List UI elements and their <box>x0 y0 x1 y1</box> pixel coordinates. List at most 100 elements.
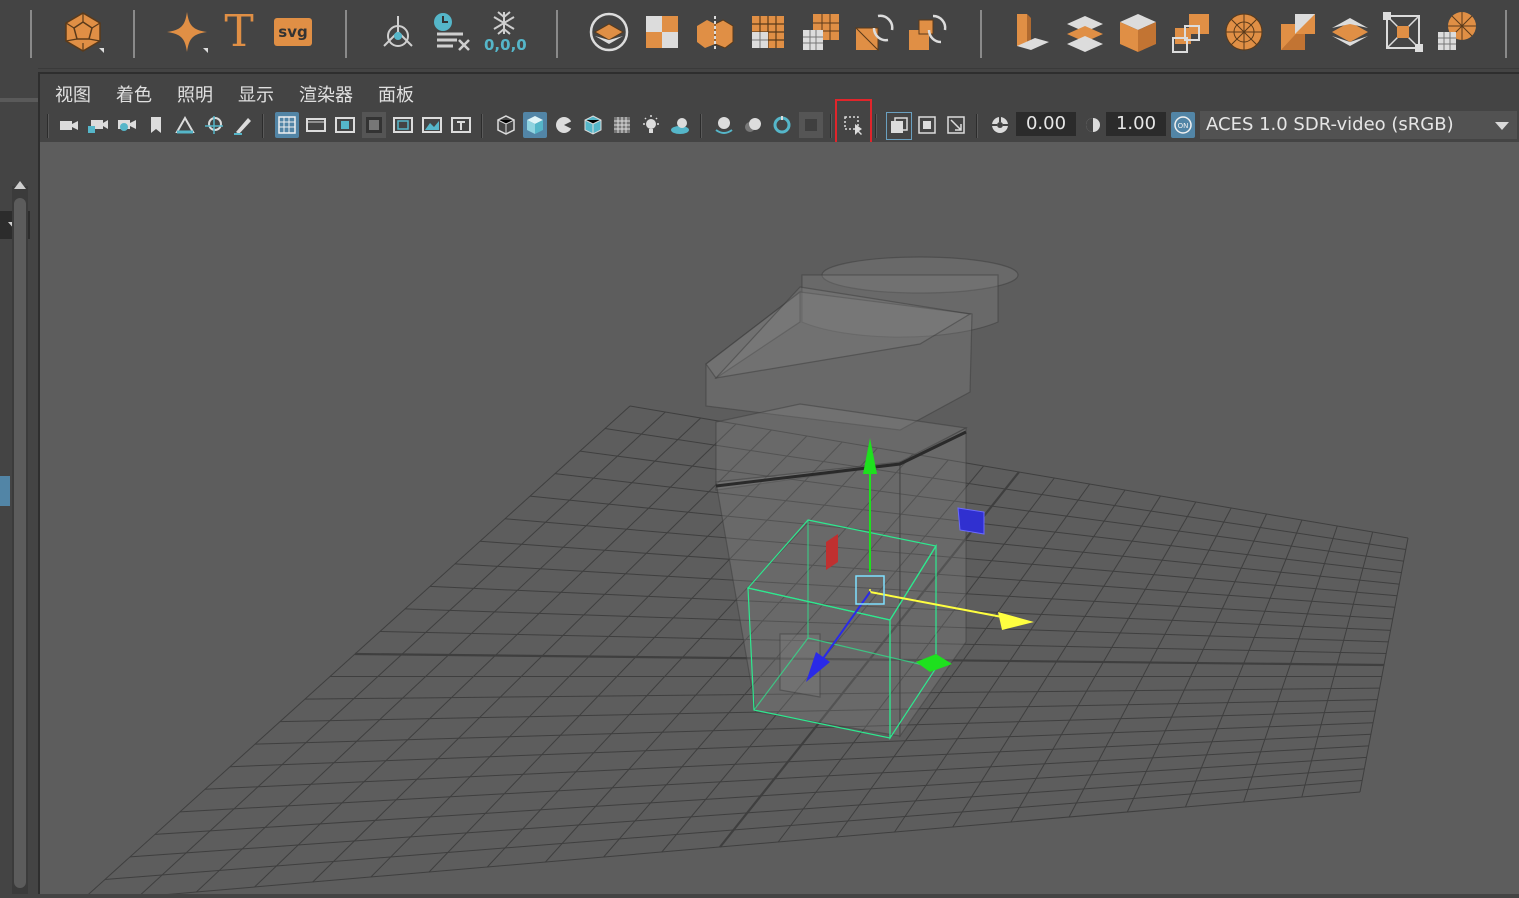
type-glyph: T <box>224 6 254 57</box>
resolution-gate-icon[interactable] <box>333 112 357 138</box>
shadows-icon[interactable] <box>668 112 692 138</box>
svg-text:ON: ON <box>1178 122 1189 130</box>
image-plane-icon[interactable] <box>173 112 197 138</box>
anti-aliasing-icon[interactable] <box>770 112 794 138</box>
time-editor-icon[interactable] <box>428 8 474 56</box>
toolbar-separator <box>830 114 832 138</box>
left-panel-divider <box>0 98 38 102</box>
menu-renderer[interactable]: 渲染器 <box>299 81 353 107</box>
menu-lighting[interactable]: 照明 <box>177 81 213 107</box>
toolbar-separator <box>481 114 483 138</box>
exposure-icon[interactable] <box>988 112 1012 138</box>
shelf: T svg 0,0,0 <box>0 0 1519 69</box>
gate-mask-icon[interactable] <box>362 112 386 138</box>
grid-line <box>120 791 1361 898</box>
shelf-tool-16-icon[interactable] <box>1433 8 1479 56</box>
shelf-tool-11-icon[interactable] <box>1168 8 1214 56</box>
shelf-separator <box>980 10 982 58</box>
shelf-separator <box>1505 10 1507 58</box>
scene-canvas <box>83 256 1409 898</box>
screen-space-ao-icon[interactable] <box>712 112 736 138</box>
grid-line <box>154 756 1367 835</box>
gamma-icon[interactable] <box>1081 112 1105 138</box>
left-selection-marker <box>0 476 10 506</box>
svg-icon[interactable]: svg <box>270 8 316 56</box>
sparkle-icon[interactable] <box>164 8 210 56</box>
use-all-lights-icon[interactable] <box>639 112 663 138</box>
menu-shading[interactable]: 着色 <box>116 81 152 107</box>
shelf-tool-1-icon[interactable] <box>586 8 632 56</box>
grid-line <box>229 722 1374 768</box>
camera-lock-icon[interactable] <box>86 112 110 138</box>
xray-joints-icon[interactable] <box>915 112 939 138</box>
shelf-tool-5-icon[interactable] <box>798 8 844 56</box>
grease-pencil-icon[interactable] <box>231 112 255 138</box>
shelf-tool-6-icon[interactable] <box>851 8 897 56</box>
freeze-transform-icon[interactable]: 0,0,0 <box>481 8 527 56</box>
toolbar-separator <box>976 114 978 138</box>
safe-action-icon[interactable] <box>420 112 444 138</box>
shelf-tool-13-icon[interactable] <box>1274 8 1320 56</box>
grid-line <box>129 768 1365 858</box>
2d-pan-zoom-icon[interactable] <box>202 112 226 138</box>
safe-title-icon[interactable] <box>449 112 473 138</box>
locator-icon[interactable] <box>375 8 421 56</box>
svg-label: svg <box>274 18 312 46</box>
camera-attributes-icon[interactable] <box>115 112 139 138</box>
default-material-icon[interactable] <box>552 112 576 138</box>
grid-icon[interactable] <box>275 112 299 138</box>
toolbar-separator <box>47 114 49 138</box>
smooth-shade-icon[interactable] <box>523 112 547 138</box>
grid-line <box>137 411 666 898</box>
shelf-tool-8-icon[interactable] <box>1008 8 1054 56</box>
highlight-box <box>835 99 872 147</box>
menu-view[interactable]: 视图 <box>55 81 91 107</box>
polygon-sphere-icon[interactable] <box>60 8 106 56</box>
shelf-tool-14-icon[interactable] <box>1327 8 1373 56</box>
grid-line <box>104 779 1363 880</box>
shelf-tool-4-icon[interactable] <box>745 8 791 56</box>
left-panel-strip <box>0 68 38 894</box>
exposure-field[interactable]: 0.00 <box>1016 112 1076 136</box>
grid-line <box>179 745 1369 813</box>
freeze-value: 0,0,0 <box>484 36 527 54</box>
field-chart-icon[interactable] <box>391 112 415 138</box>
shelf-tool-7-icon[interactable] <box>904 8 950 56</box>
chevron-down-icon[interactable] <box>1487 111 1517 139</box>
toolbar-separator <box>700 114 702 138</box>
shelf-tool-15-icon[interactable] <box>1380 8 1426 56</box>
film-gate-icon[interactable] <box>304 112 328 138</box>
shelf-separator <box>30 10 32 58</box>
shelf-tool-9-icon[interactable] <box>1062 8 1108 56</box>
motion-blur-icon[interactable] <box>741 112 765 138</box>
color-space-dropdown[interactable]: ACES 1.0 SDR-video (sRGB) <box>1200 111 1490 139</box>
xray-active-components-icon[interactable] <box>944 112 968 138</box>
shelf-tool-2-icon[interactable] <box>639 8 685 56</box>
type-icon[interactable]: T <box>216 8 262 56</box>
wireframe-on-shaded-icon[interactable] <box>581 112 605 138</box>
panel-menu-bar: 视图 着色 照明 显示 渲染器 面板 <box>40 74 1519 108</box>
shelf-separator <box>556 10 558 58</box>
ghost-model <box>705 256 1019 738</box>
panel-toolbar: 0.00 1.00 ON ACES 1.0 SDR-video (sRGB) <box>40 108 1519 142</box>
toolbar-separator <box>875 114 877 138</box>
viewport-3d[interactable] <box>40 142 1519 898</box>
gamma-field[interactable]: 1.00 <box>1106 112 1166 136</box>
camera-icon[interactable] <box>57 112 81 138</box>
menu-show[interactable]: 显示 <box>238 81 274 107</box>
bookmark-icon[interactable] <box>144 112 168 138</box>
left-scrollbar-thumb[interactable] <box>14 198 26 888</box>
wireframe-icon[interactable] <box>494 112 518 138</box>
depth-of-field-icon[interactable] <box>799 112 823 138</box>
shelf-separator <box>345 10 347 58</box>
shelf-tool-12-icon[interactable] <box>1221 8 1267 56</box>
xray-icon[interactable] <box>610 112 634 138</box>
scroll-up-icon[interactable] <box>14 181 26 189</box>
shelf-separator <box>133 10 135 58</box>
menu-panels[interactable]: 面板 <box>378 81 414 107</box>
shelf-tool-10-icon[interactable] <box>1115 8 1161 56</box>
toolbar-separator <box>262 114 264 138</box>
shelf-tool-3-icon[interactable] <box>692 8 738 56</box>
color-management-icon[interactable]: ON <box>1171 112 1195 138</box>
isolate-select-icon[interactable] <box>886 112 912 140</box>
